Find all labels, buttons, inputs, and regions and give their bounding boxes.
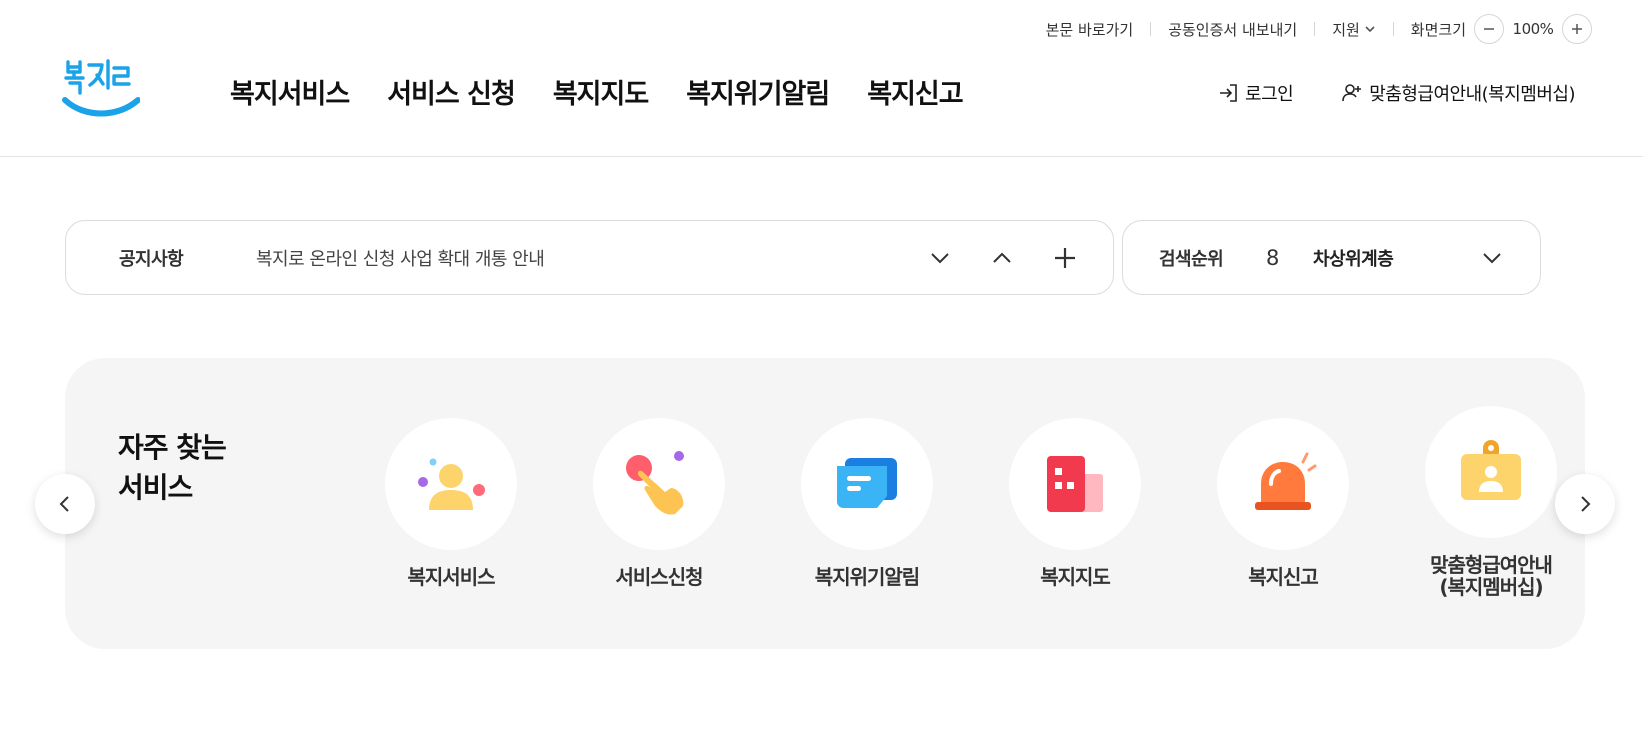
support-label: 지원 bbox=[1332, 20, 1360, 39]
minus-icon bbox=[1484, 28, 1494, 30]
login-label: 로그인 bbox=[1245, 84, 1294, 105]
carousel-next-button[interactable] bbox=[1555, 474, 1615, 534]
cert-export-link[interactable]: 공동인증서 내보내기 bbox=[1168, 19, 1297, 40]
service-icon-circle bbox=[801, 418, 933, 550]
service-welfare-report[interactable]: 복지신고 bbox=[1203, 418, 1363, 588]
frequent-services-panel: 자주 찾는 서비스 복지서비스 서비스신청 복지위기알림 복지지도 복지신고 맞… bbox=[65, 358, 1585, 649]
chevron-right-icon bbox=[1581, 496, 1591, 512]
service-label: 맞춤형급여안내 (복지멤버십) bbox=[1411, 554, 1571, 598]
service-icon-circle bbox=[1425, 406, 1557, 538]
service-label-line-2: (복지멤버십) bbox=[1439, 575, 1543, 599]
notice-prev-button[interactable] bbox=[985, 241, 1019, 275]
plus-icon bbox=[1055, 247, 1075, 268]
zoom-out-button[interactable] bbox=[1474, 14, 1504, 44]
search-rank-toggle[interactable] bbox=[1475, 241, 1509, 275]
notice-more-button[interactable] bbox=[1048, 241, 1082, 275]
siren-icon bbox=[1255, 452, 1317, 510]
message-icon bbox=[837, 458, 897, 508]
zoom-label: 화면크기 bbox=[1410, 20, 1466, 39]
notice-label: 공지사항 bbox=[119, 248, 184, 270]
search-rank-number: 8 bbox=[1266, 245, 1280, 270]
divider bbox=[1150, 22, 1152, 36]
chevron-down-icon bbox=[1365, 26, 1375, 33]
chevron-left-icon bbox=[59, 496, 69, 512]
divider bbox=[1314, 22, 1316, 36]
utility-bar: 본문 바로가기 공동인증서 내보내기 지원 화면크기 100% bbox=[1046, 14, 1592, 44]
support-dropdown[interactable]: 지원 bbox=[1332, 19, 1376, 40]
title-line-1: 자주 찾는 bbox=[118, 431, 227, 464]
nav-item-service-apply[interactable]: 서비스 신청 bbox=[387, 72, 516, 111]
notice-bar: 공지사항 복지로 온라인 신청 사업 확대 개통 안내 bbox=[65, 220, 1114, 295]
service-label: 복지서비스 bbox=[407, 565, 496, 589]
zoom-in-button[interactable] bbox=[1562, 14, 1592, 44]
login-icon bbox=[1220, 84, 1237, 102]
nav-item-crisis-alert[interactable]: 복지위기알림 bbox=[686, 72, 830, 111]
nav-item-welfare-report[interactable]: 복지신고 bbox=[867, 72, 963, 111]
map-building-icon bbox=[1047, 456, 1103, 512]
header-divider bbox=[0, 156, 1643, 157]
zoom-value: 100% bbox=[1512, 20, 1554, 38]
user-add-icon bbox=[1342, 84, 1362, 102]
service-membership[interactable]: 맞춤형급여안내 (복지멤버십) bbox=[1411, 406, 1571, 598]
notice-next-button[interactable] bbox=[923, 241, 957, 275]
service-crisis-alert[interactable]: 복지위기알림 bbox=[787, 418, 947, 588]
nav-item-welfare-services[interactable]: 복지서비스 bbox=[230, 72, 350, 111]
chevron-down-icon bbox=[1483, 252, 1501, 263]
service-label: 복지지도 bbox=[1040, 565, 1111, 589]
main-nav: 복지서비스 서비스 신청 복지지도 복지위기알림 복지신고 bbox=[230, 72, 964, 111]
frequent-services-title: 자주 찾는 서비스 bbox=[118, 428, 227, 508]
login-button[interactable]: 로그인 bbox=[1217, 80, 1294, 106]
service-label: 서비스신청 bbox=[615, 565, 704, 589]
service-icon-circle bbox=[1009, 418, 1141, 550]
service-welfare-map[interactable]: 복지지도 bbox=[995, 418, 1155, 588]
service-label: 복지신고 bbox=[1248, 565, 1319, 589]
service-apply[interactable]: 서비스신청 bbox=[579, 418, 739, 588]
id-badge-icon bbox=[1461, 440, 1521, 500]
chevron-down-icon bbox=[931, 252, 949, 263]
site-logo[interactable] bbox=[62, 56, 141, 122]
search-rank-dropdown[interactable]: 검색순위 8 차상위계층 bbox=[1122, 220, 1541, 295]
service-icon-circle bbox=[1217, 418, 1349, 550]
nav-item-welfare-map[interactable]: 복지지도 bbox=[553, 72, 649, 111]
divider bbox=[1392, 22, 1394, 36]
title-line-2: 서비스 bbox=[118, 471, 193, 504]
plus-icon bbox=[1572, 24, 1582, 34]
search-rank-label: 검색순위 bbox=[1159, 248, 1224, 270]
bokjiro-logo-icon bbox=[62, 59, 141, 117]
service-icon-circle bbox=[385, 418, 517, 550]
membership-label: 맞춤형급여안내(복지멤버십) bbox=[1369, 84, 1575, 105]
chevron-up-icon bbox=[993, 252, 1011, 263]
service-welfare-services[interactable]: 복지서비스 bbox=[371, 418, 531, 588]
carousel-prev-button[interactable] bbox=[35, 474, 95, 534]
service-label: 복지위기알림 bbox=[814, 565, 920, 589]
notice-text-link[interactable]: 복지로 온라인 신청 사업 확대 개통 안내 bbox=[256, 245, 545, 271]
people-icon bbox=[418, 458, 485, 510]
service-label-line-1: 맞춤형급여안내 bbox=[1430, 553, 1553, 577]
membership-button[interactable]: 맞춤형급여안내(복지멤버십) bbox=[1341, 80, 1575, 106]
skip-to-content-link[interactable]: 본문 바로가기 bbox=[1046, 19, 1134, 40]
service-icon-circle bbox=[593, 418, 725, 550]
hand-tap-icon bbox=[626, 451, 684, 515]
search-rank-term: 차상위계층 bbox=[1313, 248, 1394, 270]
header-actions: 로그인 맞춤형급여안내(복지멤버십) bbox=[1217, 80, 1575, 106]
